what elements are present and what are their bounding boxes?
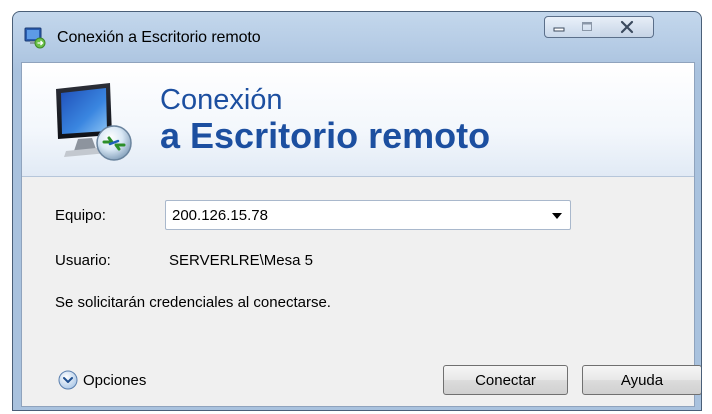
monitor-remote-icon (56, 83, 132, 161)
close-icon (620, 20, 633, 34)
remote-desktop-icon (24, 27, 46, 49)
banner-title-line1: Conexión (160, 84, 283, 116)
chevron-down-icon[interactable] (550, 210, 564, 222)
expand-circle-icon (58, 370, 78, 390)
banner-title-line2: a Escritorio remoto (160, 115, 491, 156)
maximize-button[interactable] (573, 16, 601, 38)
remote-desktop-window: Conexión a Escritorio remoto Conexión a … (12, 11, 702, 411)
computer-input[interactable]: 200.126.15.78 (172, 207, 268, 224)
minimize-icon (553, 27, 565, 32)
credentials-note: Se solicitarán credenciales al conectars… (55, 294, 331, 311)
dialog-client-area: Conexión a Escritorio remoto Equipo: 200… (21, 62, 701, 407)
computer-label: Equipo: (55, 207, 106, 224)
computer-combobox[interactable]: 200.126.15.78 (165, 200, 571, 230)
title-bar[interactable]: Conexión a Escritorio remoto (13, 12, 701, 62)
header-banner: Conexión a Escritorio remoto (22, 63, 694, 177)
close-button[interactable] (600, 16, 654, 38)
options-label[interactable]: Opciones (83, 372, 146, 389)
maximize-icon (581, 22, 592, 31)
connect-button[interactable]: Conectar (443, 365, 568, 395)
user-value: SERVERLRE\Mesa 5 (169, 252, 313, 269)
user-label: Usuario: (55, 252, 111, 269)
minimize-button[interactable] (544, 16, 574, 38)
help-button[interactable]: Ayuda (582, 365, 701, 395)
options-toggle[interactable]: Opciones (58, 370, 146, 390)
window-title: Conexión a Escritorio remoto (57, 29, 261, 46)
